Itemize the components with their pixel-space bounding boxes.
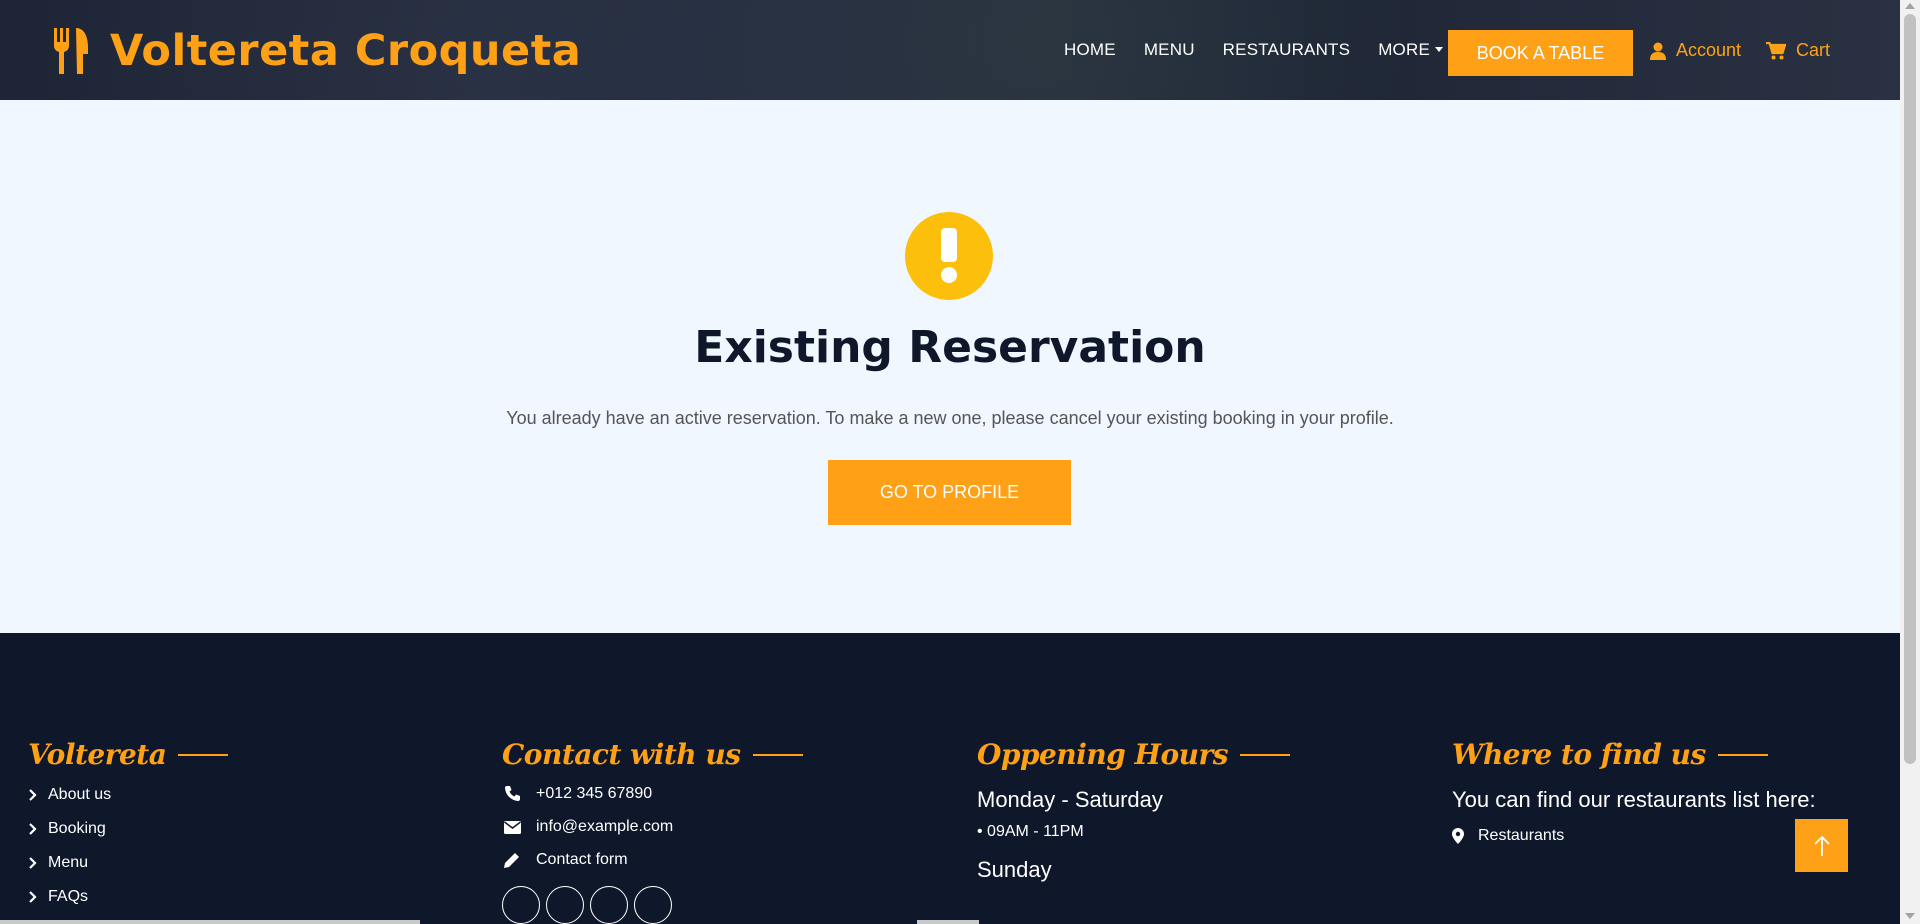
nav-more-label: MORE (1378, 40, 1430, 59)
reservation-message: You already have an active reservation. … (506, 408, 1394, 428)
linkedin-icon[interactable] (634, 886, 672, 924)
chevron-right-icon (29, 789, 37, 801)
footer-title-where: Where to find us (1452, 738, 1706, 771)
brand-name: Voltereta Croqueta (110, 26, 582, 76)
footer-link-label: Menu (48, 854, 89, 871)
cart-link[interactable]: Cart (1766, 40, 1830, 61)
navbar: Voltereta Croqueta HOME MENU RESTAURANTS… (0, 0, 1900, 100)
back-to-top-button[interactable] (1795, 819, 1848, 872)
footer-col-title: Contact with us (502, 738, 803, 771)
social-links (502, 886, 803, 924)
brand-link[interactable]: Voltereta Croqueta (52, 26, 581, 76)
main-nav: HOME MENU RESTAURANTS MORE (1064, 40, 1471, 60)
vertical-scrollbar[interactable] (1900, 0, 1920, 924)
nav-restaurants[interactable]: RESTAURANTS (1223, 40, 1351, 60)
footer-link-faqs[interactable]: FAQs (28, 887, 228, 907)
scroll-thumb[interactable] (1904, 14, 1916, 764)
title-underline (178, 753, 229, 756)
horizontal-scroll-indicator (917, 920, 979, 924)
footer-col-contact: Contact with us +012 345 67890 info@exam… (502, 738, 803, 924)
footer-title-hours: Oppening Hours (977, 738, 1229, 771)
title-underline (752, 753, 803, 756)
twitter-icon[interactable] (502, 886, 540, 924)
hours-day-sunday: Sunday (977, 857, 1052, 882)
book-table-button[interactable]: BOOK A TABLE (1448, 30, 1633, 76)
horizontal-scroll-indicator (0, 920, 420, 924)
footer-col-voltereta: Voltereta About us Booking Menu FAQs (28, 738, 229, 907)
contact-form-link[interactable]: Contact form (502, 850, 803, 870)
contact-phone-text: +012 345 67890 (536, 785, 653, 802)
footer-link-booking[interactable]: Booking (28, 819, 228, 839)
contact-form-text: Contact form (536, 851, 628, 868)
footer-link-label: Booking (48, 820, 106, 837)
chevron-right-icon (29, 823, 37, 835)
footer-link-menu[interactable]: Menu (28, 853, 228, 873)
exclamation-icon (941, 228, 957, 283)
footer-col-title: Oppening Hours (977, 738, 1291, 771)
footer-title-contact: Contact with us (502, 738, 741, 771)
user-icon (1650, 42, 1666, 60)
map-marker-icon (1452, 828, 1464, 844)
facebook-icon[interactable] (546, 886, 584, 924)
arrow-up-icon (1813, 835, 1830, 856)
nav-menu[interactable]: MENU (1144, 40, 1195, 60)
nav-more-dropdown[interactable]: MORE (1378, 40, 1443, 60)
caret-down-icon (1435, 47, 1443, 52)
footer-link-label: About us (48, 786, 112, 803)
footer: Voltereta About us Booking Menu FAQs Con… (0, 633, 1900, 924)
footer-col-where: Where to find us You can find our restau… (1452, 738, 1816, 846)
chevron-right-icon (29, 891, 37, 903)
utensils-icon (53, 28, 88, 74)
warning-badge (905, 212, 993, 300)
youtube-icon[interactable] (590, 886, 628, 924)
scroll-down-arrow[interactable] (1905, 913, 1915, 919)
scroll-up-arrow[interactable] (1905, 3, 1915, 9)
chevron-right-icon (29, 857, 37, 869)
page-title: Existing Reservation (694, 322, 1206, 373)
footer-col-hours: Oppening Hours Monday - Saturday • 09AM … (977, 738, 1291, 883)
footer-col-title: Voltereta (28, 738, 229, 771)
go-to-profile-button[interactable]: GO TO PROFILE (828, 460, 1071, 525)
title-underline (1240, 753, 1291, 756)
contact-email[interactable]: info@example.com (502, 817, 803, 837)
where-text: You can find our restaurants list here: (1452, 787, 1816, 812)
footer-col-title: Where to find us (1452, 738, 1816, 771)
account-link[interactable]: Account (1650, 40, 1741, 61)
footer-link-about[interactable]: About us (28, 785, 228, 805)
phone-icon (505, 786, 520, 801)
account-label: Account (1676, 40, 1742, 60)
restaurants-link[interactable]: Restaurants (1452, 826, 1816, 846)
main-content: Existing Reservation You already have an… (0, 100, 1900, 633)
hours-time-text: 09AM - 11PM (987, 823, 1084, 840)
footer-link-label: FAQs (48, 888, 89, 905)
cart-icon (1766, 41, 1786, 59)
cart-label: Cart (1796, 40, 1831, 60)
hours-time-weekdays: • 09AM - 11PM (977, 823, 1084, 840)
nav-home[interactable]: HOME (1064, 40, 1116, 60)
pencil-icon (504, 853, 519, 868)
restaurants-link-text: Restaurants (1478, 827, 1565, 844)
footer-title-voltereta: Voltereta (28, 738, 167, 771)
contact-phone[interactable]: +012 345 67890 (502, 784, 803, 804)
envelope-icon (503, 820, 521, 834)
contact-email-text: info@example.com (536, 818, 674, 835)
hours-day-weekdays: Monday - Saturday (977, 787, 1163, 812)
title-underline (1717, 753, 1768, 756)
